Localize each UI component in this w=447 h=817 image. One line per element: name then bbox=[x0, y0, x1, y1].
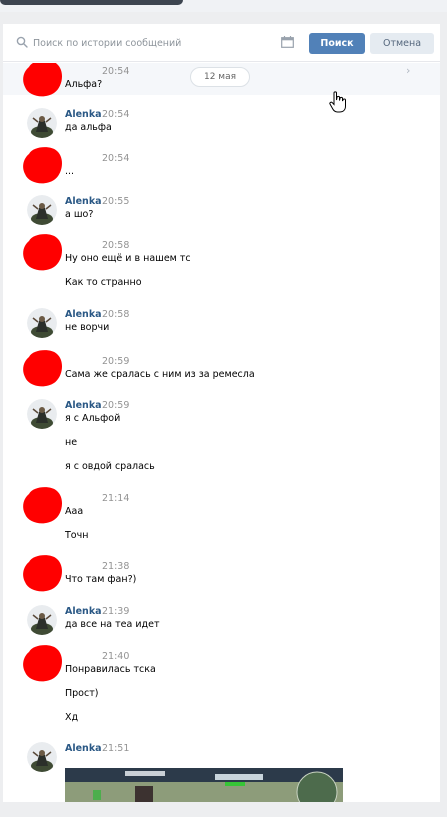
message-time[interactable]: 20:58 bbox=[102, 240, 129, 251]
message-text: Понравилась тска bbox=[65, 664, 156, 675]
message-text: Ааа bbox=[65, 506, 84, 517]
message-text: Хд bbox=[65, 712, 79, 723]
history-search-bar: Поиск Отмена bbox=[3, 24, 440, 62]
avatar[interactable] bbox=[27, 108, 57, 138]
message-author[interactable]: Alenka bbox=[65, 606, 102, 617]
avatar[interactable] bbox=[27, 308, 57, 338]
message-text: не ворчи bbox=[65, 322, 110, 333]
avatar[interactable] bbox=[27, 195, 57, 225]
message-time[interactable]: 20:54 bbox=[102, 153, 129, 164]
message-time[interactable]: 21:39 bbox=[102, 606, 129, 617]
hand-pointer-icon bbox=[329, 91, 346, 113]
message-text: ... bbox=[65, 166, 75, 177]
redacted-avatar bbox=[23, 645, 63, 682]
message-time[interactable]: 20:54 bbox=[102, 109, 129, 120]
redacted-avatar bbox=[23, 555, 63, 592]
bottom-strip bbox=[0, 802, 447, 817]
redacted-avatar bbox=[23, 487, 63, 524]
message-time[interactable]: 21:51 bbox=[102, 743, 129, 754]
message-text: не bbox=[65, 437, 78, 448]
message-history[interactable]: 12 мая › 20:54 Альфа? Alenka 20:54 да ал… bbox=[3, 63, 440, 802]
message-author[interactable]: Alenka bbox=[65, 109, 102, 120]
message-text: Точн bbox=[65, 530, 89, 541]
message-text: Что там фан?) bbox=[65, 574, 137, 585]
search-button[interactable]: Поиск bbox=[309, 33, 365, 54]
message-text: я с Альфой bbox=[65, 413, 121, 424]
message-text: Альфа? bbox=[65, 79, 103, 90]
message-time[interactable]: 20:55 bbox=[102, 196, 129, 207]
image-attachment[interactable] bbox=[65, 768, 343, 802]
message-text: да все на теа идет bbox=[65, 619, 160, 630]
history-panel: Поиск Отмена 12 мая › 20:54 Альфа? bbox=[3, 24, 440, 802]
date-separator[interactable]: 12 мая bbox=[190, 67, 250, 87]
redacted-avatar bbox=[23, 350, 63, 387]
message-author[interactable]: Alenka bbox=[65, 309, 102, 320]
calendar-icon[interactable] bbox=[281, 36, 294, 48]
message-text: Как то странно bbox=[65, 277, 142, 288]
message-author[interactable]: Alenka bbox=[65, 400, 102, 411]
top-strip bbox=[0, 0, 447, 12]
message-time[interactable]: 20:59 bbox=[102, 400, 129, 411]
avatar[interactable] bbox=[27, 605, 57, 635]
message-time[interactable]: 21:14 bbox=[102, 493, 129, 504]
message-text: Ну оно ещё и в нашем тс bbox=[65, 253, 191, 264]
avatar[interactable] bbox=[27, 742, 57, 772]
message-text: Сама же сралась с ним из за ремесла bbox=[65, 369, 255, 380]
message-text: а шо? bbox=[65, 209, 94, 220]
history-search-input[interactable] bbox=[33, 33, 273, 53]
chevron-right-icon[interactable]: › bbox=[406, 64, 410, 77]
message-author[interactable]: Alenka bbox=[65, 743, 102, 754]
message-time[interactable]: 20:54 bbox=[102, 66, 129, 77]
avatar[interactable] bbox=[27, 399, 57, 429]
cancel-button[interactable]: Отмена bbox=[370, 33, 434, 54]
message-time[interactable]: 20:58 bbox=[102, 309, 129, 320]
message-author[interactable]: Alenka bbox=[65, 196, 102, 207]
top-bar-edge bbox=[0, 0, 183, 5]
search-icon bbox=[16, 36, 28, 48]
redacted-avatar bbox=[23, 63, 62, 97]
redacted-avatar bbox=[23, 234, 63, 271]
message-text: я с овдой сралась bbox=[65, 461, 155, 472]
message-time[interactable]: 20:59 bbox=[102, 356, 129, 367]
message-time[interactable]: 21:38 bbox=[102, 561, 129, 572]
message-text: да альфа bbox=[65, 122, 112, 133]
message-time[interactable]: 21:40 bbox=[102, 651, 129, 662]
message-text: Прост) bbox=[65, 688, 99, 699]
redacted-avatar bbox=[23, 147, 63, 184]
